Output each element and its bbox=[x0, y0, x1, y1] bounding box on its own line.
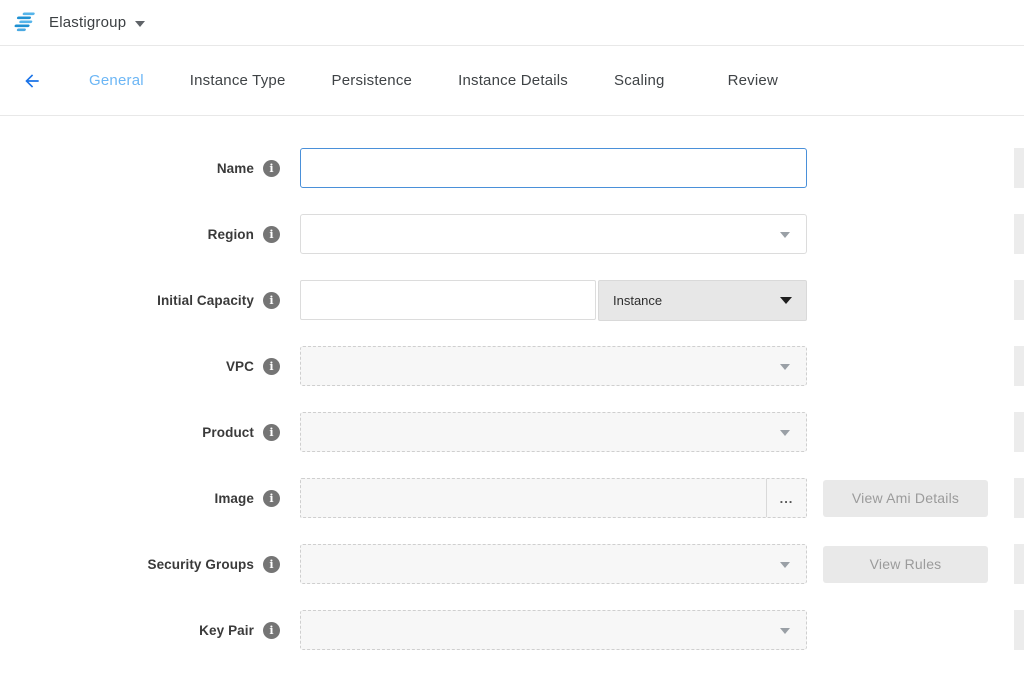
security-groups-label: Security Groups bbox=[147, 557, 254, 572]
back-arrow-icon[interactable] bbox=[22, 71, 42, 91]
info-icon[interactable]: i bbox=[263, 490, 280, 507]
key-pair-label: Key Pair bbox=[199, 623, 254, 638]
dropdown-caret-icon bbox=[780, 232, 790, 238]
dropdown-caret-icon bbox=[780, 430, 790, 436]
initial-capacity-field-row: Initial Capacity i Instance bbox=[0, 280, 1024, 320]
chevron-down-icon bbox=[135, 21, 145, 27]
image-input: ... bbox=[300, 478, 807, 518]
tab-review[interactable]: Review bbox=[728, 72, 778, 89]
info-icon[interactable]: i bbox=[263, 424, 280, 441]
info-icon[interactable]: i bbox=[263, 556, 280, 573]
tab-persistence[interactable]: Persistence bbox=[332, 72, 413, 89]
security-groups-select bbox=[300, 544, 807, 584]
product-field-row: Product i bbox=[0, 412, 1024, 452]
dropdown-caret-icon bbox=[780, 628, 790, 634]
app-switcher[interactable]: Elastigroup bbox=[14, 12, 145, 33]
edge-sliver bbox=[1014, 148, 1024, 188]
dropdown-caret-icon bbox=[780, 297, 792, 304]
name-label: Name bbox=[217, 161, 254, 176]
edge-sliver bbox=[1014, 478, 1024, 518]
edge-sliver bbox=[1014, 544, 1024, 584]
region-label: Region bbox=[208, 227, 254, 242]
edge-sliver bbox=[1014, 280, 1024, 320]
vpc-select bbox=[300, 346, 807, 386]
key-pair-field-row: Key Pair i bbox=[0, 610, 1024, 650]
initial-capacity-input[interactable] bbox=[300, 280, 596, 320]
tab-instance-type[interactable]: Instance Type bbox=[190, 72, 286, 89]
product-label: Product bbox=[202, 425, 254, 440]
dropdown-caret-icon bbox=[780, 562, 790, 568]
region-select[interactable] bbox=[300, 214, 807, 254]
image-field-row: Image i ... View Ami Details bbox=[0, 478, 1024, 518]
name-field-row: Name i bbox=[0, 148, 1024, 188]
region-field-row: Region i bbox=[0, 214, 1024, 254]
image-label: Image bbox=[214, 491, 254, 506]
capacity-unit-value: Instance bbox=[613, 293, 662, 308]
info-icon[interactable]: i bbox=[263, 226, 280, 243]
edge-sliver bbox=[1014, 346, 1024, 386]
vpc-label: VPC bbox=[226, 359, 254, 374]
image-value bbox=[301, 479, 766, 517]
general-settings-form: Name i Region i Initial Capacity i Insta… bbox=[0, 116, 1024, 650]
app-header: Elastigroup bbox=[0, 0, 1024, 46]
tab-instance-details[interactable]: Instance Details bbox=[458, 72, 568, 89]
elastigroup-logo-icon bbox=[14, 12, 40, 33]
info-icon[interactable]: i bbox=[263, 160, 280, 177]
dropdown-caret-icon bbox=[780, 364, 790, 370]
tab-scaling[interactable]: Scaling bbox=[614, 72, 665, 89]
name-input[interactable] bbox=[300, 148, 807, 188]
view-ami-details-button: View Ami Details bbox=[823, 480, 988, 517]
vpc-field-row: VPC i bbox=[0, 346, 1024, 386]
edge-sliver bbox=[1014, 610, 1024, 650]
wizard-tabbar: General Instance Type Persistence Instan… bbox=[0, 46, 1024, 116]
info-icon[interactable]: i bbox=[263, 358, 280, 375]
key-pair-select bbox=[300, 610, 807, 650]
tab-general[interactable]: General bbox=[89, 72, 144, 89]
security-groups-field-row: Security Groups i View Rules bbox=[0, 544, 1024, 584]
edge-sliver bbox=[1014, 412, 1024, 452]
info-icon[interactable]: i bbox=[263, 622, 280, 639]
ellipsis-browse-button[interactable]: ... bbox=[766, 479, 806, 517]
edge-sliver bbox=[1014, 214, 1024, 254]
view-rules-button: View Rules bbox=[823, 546, 988, 583]
info-icon[interactable]: i bbox=[263, 292, 280, 309]
app-title: Elastigroup bbox=[49, 14, 126, 31]
initial-capacity-label: Initial Capacity bbox=[157, 293, 254, 308]
capacity-unit-select[interactable]: Instance bbox=[598, 280, 807, 321]
product-select bbox=[300, 412, 807, 452]
